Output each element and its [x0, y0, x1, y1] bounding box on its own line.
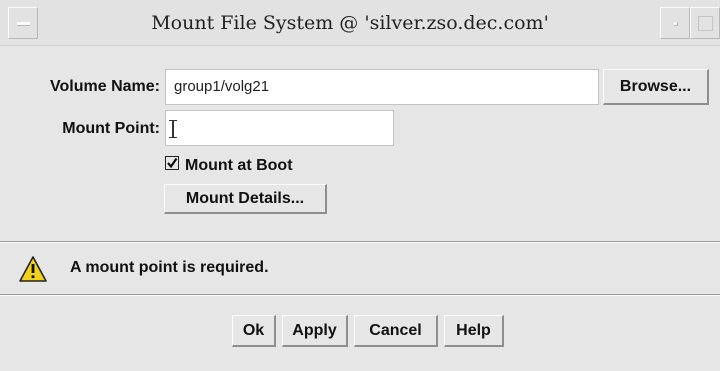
warning-icon [18, 255, 48, 283]
maximize-button[interactable] [690, 7, 720, 39]
mount-point-label: Mount Point: [62, 120, 160, 137]
help-button-label: Help [456, 322, 491, 339]
window-menu-button[interactable] [8, 7, 38, 39]
separator-bottom [0, 294, 720, 296]
ok-button[interactable]: Ok [232, 315, 276, 347]
separator-top [0, 241, 720, 243]
volume-name-input[interactable]: group1/volg21 [165, 69, 599, 105]
cancel-button-label: Cancel [369, 322, 422, 339]
window-title: Mount File System @ 'silver.zso.dec.com' [151, 12, 549, 34]
apply-button-label: Apply [292, 322, 337, 339]
title-bar[interactable]: Mount File System @ 'silver.zso.dec.com' [0, 0, 720, 46]
mount-details-button[interactable]: Mount Details... [164, 184, 327, 214]
window-menu-icon [17, 22, 30, 26]
volume-name-label: Volume Name: [50, 78, 160, 95]
minimize-button[interactable] [660, 7, 690, 39]
mount-at-boot-checkbox[interactable]: Mount at Boot [165, 156, 293, 175]
volume-name-value: group1/volg21 [174, 78, 270, 95]
checkmark-icon [165, 156, 179, 175]
cancel-button[interactable]: Cancel [354, 315, 438, 347]
status-message: A mount point is required. [70, 259, 269, 276]
ok-button-label: Ok [242, 322, 265, 339]
text-cursor-icon [169, 120, 177, 138]
browse-button[interactable]: Browse... [603, 69, 709, 105]
minimize-icon [674, 22, 678, 26]
maximize-icon [698, 16, 713, 31]
apply-button[interactable]: Apply [282, 315, 348, 347]
help-button[interactable]: Help [444, 315, 504, 347]
browse-button-label: Browse... [619, 78, 692, 95]
mount-at-boot-label: Mount at Boot [185, 157, 293, 174]
mount-point-input[interactable] [165, 110, 394, 146]
mount-details-button-label: Mount Details... [185, 190, 305, 207]
